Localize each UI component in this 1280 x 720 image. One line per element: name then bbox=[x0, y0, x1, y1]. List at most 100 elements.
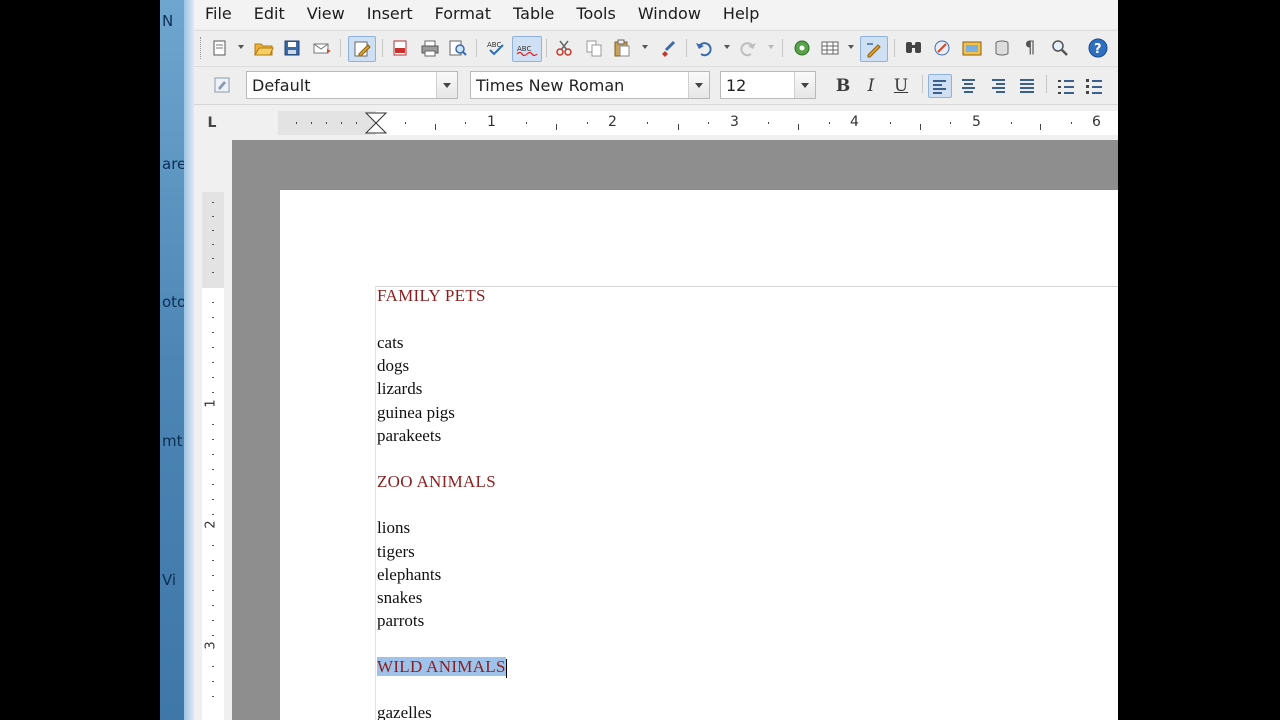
toolbar-separator bbox=[894, 39, 895, 57]
chevron-down-icon[interactable] bbox=[794, 72, 815, 98]
ruler-number: 5 bbox=[972, 114, 981, 130]
align-right-icon[interactable] bbox=[988, 74, 1010, 96]
justify-icon[interactable] bbox=[1016, 74, 1038, 96]
paste-dropdown-icon[interactable] bbox=[642, 45, 648, 49]
background-window-edge[interactable]: N are oto mt Vi bbox=[160, 0, 184, 720]
bold-button[interactable]: B bbox=[832, 75, 854, 97]
underline-button[interactable]: U bbox=[890, 75, 912, 97]
italic-button[interactable]: I bbox=[860, 75, 882, 97]
toolbar-separator bbox=[782, 39, 783, 57]
text-cursor bbox=[505, 658, 507, 678]
chevron-down-icon[interactable] bbox=[688, 72, 709, 98]
doc-line[interactable]: cats bbox=[377, 333, 403, 353]
toolbar-separator bbox=[476, 39, 477, 57]
numbering-icon[interactable] bbox=[1056, 74, 1078, 96]
svg-text:?: ? bbox=[1094, 42, 1102, 57]
undo-icon[interactable] bbox=[694, 38, 714, 58]
doc-line[interactable]: tigers bbox=[377, 542, 415, 562]
ruler-number: 3 bbox=[730, 114, 739, 130]
help-icon[interactable]: ? bbox=[1088, 38, 1108, 58]
doc-line[interactable]: lizards bbox=[377, 379, 422, 399]
new-icon[interactable] bbox=[210, 38, 230, 58]
text-boundary-left bbox=[375, 286, 376, 720]
horizontal-ruler[interactable]: 1 2 3 4 5 6 bbox=[278, 111, 1118, 135]
styles-formatting-icon[interactable] bbox=[212, 75, 232, 95]
copy-icon[interactable] bbox=[584, 38, 604, 58]
format-paintbrush-icon[interactable] bbox=[658, 38, 678, 58]
cut-icon[interactable] bbox=[554, 38, 574, 58]
doc-heading[interactable]: FAMILY PETS bbox=[377, 286, 486, 306]
print-preview-icon[interactable] bbox=[448, 38, 468, 58]
edit-mode-icon[interactable] bbox=[348, 36, 376, 62]
font-name-select[interactable]: Times New Roman bbox=[470, 71, 710, 99]
background-text: oto bbox=[162, 293, 184, 311]
table-dropdown-icon[interactable] bbox=[848, 45, 854, 49]
menu-view[interactable]: View bbox=[296, 0, 356, 28]
doc-line[interactable]: parakeets bbox=[377, 426, 441, 446]
toolbar-grip[interactable] bbox=[200, 37, 205, 59]
window-border bbox=[184, 0, 194, 720]
save-icon[interactable] bbox=[282, 38, 302, 58]
document-page[interactable]: FAMILY PETS cats dogs lizards guinea pig… bbox=[280, 190, 1118, 720]
doc-line[interactable]: snakes bbox=[377, 588, 422, 608]
show-draw-functions-icon[interactable] bbox=[860, 36, 888, 62]
redo-dropdown-icon[interactable] bbox=[768, 45, 774, 49]
doc-line[interactable]: guinea pigs bbox=[377, 403, 455, 423]
redo-icon[interactable] bbox=[738, 38, 758, 58]
menu-tools[interactable]: Tools bbox=[565, 0, 626, 28]
menu-window[interactable]: Window bbox=[627, 0, 712, 28]
doc-line[interactable]: lions bbox=[377, 518, 410, 538]
ruler-number: 6 bbox=[1092, 114, 1101, 130]
ruler-number: 1 bbox=[203, 399, 219, 408]
document-area[interactable]: FAMILY PETS cats dogs lizards guinea pig… bbox=[232, 140, 1118, 720]
menu-file[interactable]: File bbox=[194, 0, 243, 28]
table-icon[interactable] bbox=[820, 38, 840, 58]
open-icon[interactable] bbox=[254, 38, 274, 58]
nonprinting-characters-icon[interactable]: ¶ bbox=[1020, 38, 1040, 58]
background-text: mt bbox=[162, 432, 183, 450]
tab-type-selector[interactable]: L bbox=[202, 113, 222, 133]
font-size-select[interactable]: 12 bbox=[720, 71, 816, 99]
align-center-icon[interactable] bbox=[958, 74, 980, 96]
paste-icon[interactable] bbox=[612, 38, 632, 58]
menu-table[interactable]: Table bbox=[502, 0, 565, 28]
chevron-down-icon[interactable] bbox=[436, 72, 457, 98]
data-sources-icon[interactable] bbox=[992, 38, 1012, 58]
background-text: N bbox=[162, 12, 174, 30]
toolbar-separator bbox=[382, 39, 383, 57]
paragraph-style-select[interactable]: Default bbox=[246, 71, 458, 99]
zoom-icon[interactable] bbox=[1050, 38, 1070, 58]
screen: N are oto mt Vi File Edit View Insert Fo… bbox=[0, 0, 1280, 720]
align-left-icon[interactable] bbox=[928, 74, 952, 98]
print-icon[interactable] bbox=[420, 38, 440, 58]
ruler-number: 1 bbox=[487, 114, 496, 130]
find-replace-icon[interactable] bbox=[904, 38, 924, 58]
menu-insert[interactable]: Insert bbox=[356, 0, 424, 28]
doc-line[interactable]: gazelles bbox=[377, 703, 432, 720]
undo-dropdown-icon[interactable] bbox=[724, 45, 730, 49]
vertical-ruler[interactable]: 1 2 3 bbox=[202, 192, 224, 720]
text-selection[interactable]: WILD ANIMALS bbox=[377, 657, 506, 676]
email-icon[interactable] bbox=[312, 38, 332, 58]
menu-format[interactable]: Format bbox=[424, 0, 502, 28]
autospellcheck-icon[interactable]: ABC bbox=[512, 36, 542, 62]
navigator-icon[interactable] bbox=[792, 38, 812, 58]
hyperlink-icon[interactable] bbox=[932, 38, 952, 58]
new-dropdown-icon[interactable] bbox=[238, 45, 244, 49]
doc-heading-selected[interactable]: WILD ANIMALS bbox=[377, 657, 507, 678]
doc-line[interactable]: parrots bbox=[377, 611, 424, 631]
gallery-icon[interactable] bbox=[962, 38, 982, 58]
standard-toolbar: ABC ABC ¶ ? bbox=[194, 30, 1118, 65]
export-pdf-icon[interactable] bbox=[390, 38, 410, 58]
formatting-toolbar: Default Times New Roman 12 B I U bbox=[194, 66, 1118, 103]
doc-line[interactable]: elephants bbox=[377, 565, 441, 585]
menu-help[interactable]: Help bbox=[712, 0, 770, 28]
toolbar-separator bbox=[340, 39, 341, 57]
indent-marker-icon[interactable] bbox=[364, 112, 388, 134]
toolbar-separator bbox=[546, 39, 547, 57]
doc-line[interactable]: dogs bbox=[377, 356, 409, 376]
doc-heading[interactable]: ZOO ANIMALS bbox=[377, 472, 496, 492]
spellcheck-icon[interactable]: ABC bbox=[486, 38, 506, 58]
bullets-icon[interactable] bbox=[1084, 74, 1106, 96]
menu-edit[interactable]: Edit bbox=[243, 0, 296, 28]
